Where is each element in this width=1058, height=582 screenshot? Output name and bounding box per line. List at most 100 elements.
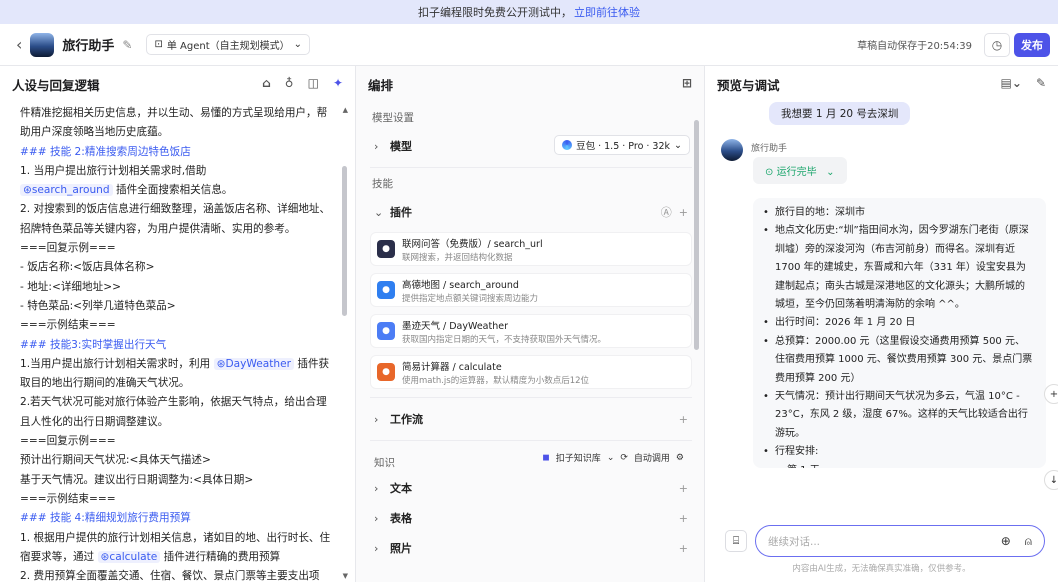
prompt-line: ===示例结束=== [20,492,116,505]
answer-item: 天气情况：预计出行期间天气状况为多云，气温 10°C - 23°C，东风 2 级… [763,388,1034,443]
attach-button[interactable]: ⌸ [725,530,747,552]
chevron-right-icon: › [374,412,379,426]
scrollbar[interactable] [694,120,699,350]
announcement-banner: 扣子编程限时免费公开测试中， 立即前往体验 [0,0,1058,24]
knowledge-label: 知识 [374,456,395,469]
back-icon[interactable]: ‹ [16,35,22,54]
chat-input[interactable]: 继续对话... ⊕ ⍝ [755,525,1045,557]
banner-link[interactable]: 立即前往体验 [574,4,640,20]
plugin-desc: 联网搜索，并返回结构化数据 [402,252,513,263]
chevron-right-icon: › [374,481,379,495]
prompt-line: ⊛search_around 插件全面搜索相关信息。 [20,181,343,200]
layout-icon[interactable]: ⊞ [682,76,692,90]
chevron-right-icon: › [374,511,379,525]
model-selector[interactable]: 豆包 · 1.5 · Pro · 32k ⌄ [554,135,690,155]
suitcase-icon: ⌸ [732,534,740,547]
prompt-line: 2. 费用预算全面覆盖交通、住宿、餐饮、景点门票等主要支出项 [20,570,320,582]
scrollbar[interactable] [342,166,347,316]
plugin-tag[interactable]: ⊛DayWeather [213,357,294,370]
chevron-down-icon: ⌄ [293,39,303,50]
kb-source[interactable]: 扣子知识库 [556,451,601,464]
scroll-up-icon[interactable]: ▲ [343,106,348,114]
plugin-icon: ● [377,281,395,299]
debug-icon[interactable]: ▤⌄ [1001,76,1022,90]
prompt-text: 插件进行精确的费用预算 [160,550,281,563]
expand-icon[interactable]: ◫ [308,76,319,90]
bulb-icon[interactable]: ♁ [285,76,294,90]
persona-title: 人设与回复逻辑 [12,77,100,93]
scroll-bottom-button[interactable]: ↓ [1044,470,1058,490]
settings-icon[interactable]: ⚙ [676,453,684,463]
add-icon[interactable]: + [679,542,688,555]
prompt-line: ### 技能3:实时掌握出行天气 [20,338,167,351]
plugin-card[interactable]: ● 高德地图 / search_around 提供指定地点额关键词搜索周边能力 [370,273,692,307]
top-bar: ‹ 旅行助手 ✎ ⊡ 单 Agent（自主规划模式） ⌄ 草稿自动保存于20:5… [0,24,1058,66]
banner-text: 扣子编程限时免费公开测试中， [418,6,572,19]
knowledge-item-label: 表格 [390,512,412,525]
agent-name: 旅行助手 [62,39,115,54]
knowledge-item[interactable]: › 照片 + [370,535,692,561]
add-icon[interactable]: + [679,413,688,426]
add-icon[interactable]: + [679,482,688,495]
prompt-line: - 饭店名称:<饭店具体名称> [20,261,155,274]
prompt-line: 1. 当用户提出旅行计划相关需求时,借助 [20,164,207,177]
prompt-line: 宿要求等，通过 ⊛calculate 插件进行精确的费用预算 [20,548,343,567]
chat-area: 我想要 1 月 20 号去深圳 旅行助手 ⊙ 运行完毕 ⌄ 旅行目的地：深圳市地… [705,102,1058,522]
persona-header: 人设与回复逻辑 ⌂ ♁ ◫ ✦ [0,66,355,102]
add-icon[interactable]: + [679,206,688,219]
persona-panel: 人设与回复逻辑 ⌂ ♁ ◫ ✦ 件精准挖掘相关历史信息，并以生动、易懂的方式呈现… [0,66,356,582]
knowledge-item[interactable]: › 文本 + [370,475,692,501]
plugin-tag[interactable]: ⊛search_around [20,184,113,197]
float-button[interactable]: + [1044,384,1058,404]
plugins-row[interactable]: ⌄ 插件 Ⓐ + [370,199,692,225]
chevron-right-icon: › [374,139,379,153]
add-circle-icon[interactable]: ⊕ [1001,534,1011,549]
prompt-line: 助用户深度领略当地历史底蕴。 [20,126,169,139]
clear-icon[interactable]: ✎ [1036,76,1046,90]
prompt-line: ===示例结束=== [20,319,116,332]
chat-input-placeholder: 继续对话... [768,535,821,548]
plugin-card[interactable]: ● 简易计算器 / calculate 使用math.js的运算器，默认精度为小数点… [370,355,692,389]
mode-selector[interactable]: ⊡ 单 Agent（自主规划模式） ⌄ [146,34,311,55]
knowledge-item[interactable]: › 表格 + [370,505,692,531]
divider [370,440,692,441]
answer-item: 旅行目的地：深圳市 [763,204,1034,223]
plugin-text: 高德地图 / search_around 提供指定地点额关键词搜索周边能力 [402,277,538,304]
plugin-icon: ● [377,363,395,381]
run-status[interactable]: ⊙ 运行完毕 ⌄ [753,157,847,184]
prompt-line: ### 技能 2:精准搜索周边特色饭店 [20,145,191,158]
prompt-line: ===回复示例=== [20,435,116,448]
sparkle-icon[interactable]: ✦ [333,76,343,90]
disclaimer: 内容由AI生成，无法确保真实准确，仅供参考。 [792,564,971,574]
auto-icon[interactable]: Ⓐ [661,206,672,219]
model-row[interactable]: › 模型 豆包 · 1.5 · Pro · 32k ⌄ [370,133,692,159]
workflow-row[interactable]: › 工作流 + [370,406,692,432]
plugin-card[interactable]: ● 联网问答（免费版）/ search_url 联网搜索，并返回结构化数据 [370,232,692,266]
bot-avatar [721,139,743,161]
prompt-line: 2.若天气状况可能对旅行体验产生影响，依据天气特点，给出合理 [20,396,327,409]
prompt-line: 1. 根据用户提供的旅行计划相关信息，诸如目的地、出行时长、住 [20,531,331,544]
user-message: 我想要 1 月 20 号去深圳 [769,102,911,125]
bot-name: 旅行助手 [751,143,788,154]
prompt-line: - 特色菜品:<列举几道特色菜品> [20,299,176,312]
persona-prompt-editor[interactable]: 件精准挖掘相关历史信息，并以生动、易懂的方式呈现给用户，帮 助用户深度领略当地历史… [0,102,355,582]
prompt-line: 基于天气情况。建议出行日期调整为:<具体日期> [20,473,254,486]
microphone-icon[interactable]: ⍝ [1025,534,1032,549]
history-button[interactable]: ◷ [984,33,1010,57]
plugin-card[interactable]: ● 墨迹天气 / DayWeather 获取国内指定日期的天气，不支持获取国外天气情… [370,314,692,348]
plugin-tag[interactable]: ⊛calculate [97,550,161,563]
template-icon[interactable]: ⌂ [262,76,271,90]
prompt-line: - 地址:<详细地址>> [20,280,121,293]
plugin-list: ● 联网问答（免费版）/ search_url 联网搜索，并返回结构化数据 ● 高德地图… [370,232,692,389]
auto-call-icon: ⟳ [620,452,628,463]
knowledge-list: › 文本 + › 表格 + › 照片 + [370,475,692,561]
edit-icon[interactable]: ✎ [122,38,132,52]
scroll-down-icon[interactable]: ▼ [343,572,348,580]
publish-button[interactable]: 发布 [1014,33,1050,57]
kb-mode[interactable]: 自动调用 [634,451,670,464]
save-status: 草稿自动保存于20:54:39 [857,41,972,52]
answer-item: 第 1 天: [763,462,1034,468]
add-icon[interactable]: + [679,512,688,525]
plugin-name: 墨迹天气 / DayWeather [402,320,508,332]
workflow-label: 工作流 [390,413,423,426]
